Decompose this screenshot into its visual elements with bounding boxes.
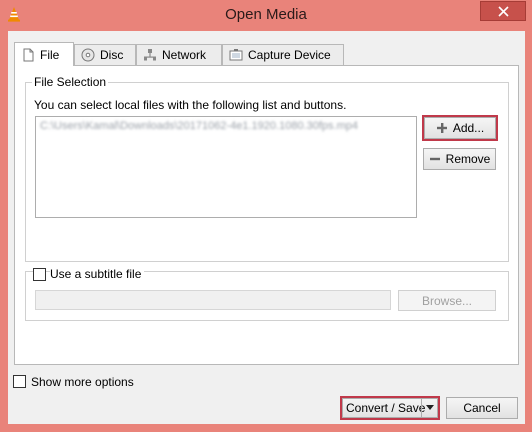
tab-network[interactable]: Network xyxy=(136,44,222,65)
convert-save-label: Convert / Save xyxy=(346,401,426,415)
show-more-options-label[interactable]: Show more options xyxy=(31,375,134,389)
plus-icon xyxy=(436,123,447,133)
cancel-button-label: Cancel xyxy=(463,401,501,415)
remove-button-label: Remove xyxy=(445,152,491,166)
minus-icon xyxy=(429,157,440,161)
cancel-button[interactable]: Cancel xyxy=(446,397,518,419)
tab-file[interactable]: File xyxy=(14,42,74,66)
dialog-client-area: File Disc Network Capture Device File Se… xyxy=(8,31,525,424)
use-subtitle-label[interactable]: Use a subtitle file xyxy=(50,267,145,281)
file-selection-label: File Selection xyxy=(32,75,109,89)
file-selection-description: You can select local files with the foll… xyxy=(34,98,347,112)
tab-disc[interactable]: Disc xyxy=(74,44,136,65)
use-subtitle-checkbox[interactable] xyxy=(33,268,46,281)
network-icon xyxy=(144,49,156,61)
chevron-down-icon xyxy=(425,405,434,410)
tab-label: Network xyxy=(162,48,207,62)
tab-label: File xyxy=(40,47,60,62)
add-file-button[interactable]: Add... xyxy=(422,115,498,141)
file-list-item[interactable]: C:\Users\Kamal\Downloads\20171062-4e1.19… xyxy=(40,120,358,132)
add-button-label: Add... xyxy=(452,121,485,135)
tab-label: Disc xyxy=(100,48,124,62)
disc-icon xyxy=(81,48,95,62)
close-icon xyxy=(497,5,509,17)
remove-file-button[interactable]: Remove xyxy=(423,148,496,170)
tab-capture-device[interactable]: Capture Device xyxy=(222,44,344,65)
close-button[interactable] xyxy=(480,1,526,21)
tab-label: Capture Device xyxy=(248,48,331,62)
title-bar: Open Media xyxy=(0,0,532,30)
convert-save-dropdown[interactable] xyxy=(421,399,437,417)
capture-device-icon xyxy=(229,49,243,61)
show-more-options-checkbox[interactable] xyxy=(13,375,26,388)
window-title: Open Media xyxy=(225,6,307,23)
file-icon xyxy=(23,48,34,61)
convert-save-button[interactable]: Convert / Save xyxy=(340,396,440,420)
open-media-window: Open Media File Disc Network Capture Dev… xyxy=(0,0,532,432)
file-list[interactable]: C:\Users\Kamal\Downloads\20171062-4e1.19… xyxy=(35,116,417,218)
browse-subtitle-button[interactable]: Browse... xyxy=(398,290,496,311)
subtitle-group: Use a subtitle file Browse... xyxy=(25,267,509,321)
file-selection-group: File Selection You can select local file… xyxy=(25,75,509,262)
subtitle-path-field[interactable] xyxy=(35,290,391,310)
browse-button-label: Browse... xyxy=(421,293,472,308)
file-tab-panel: File Selection You can select local file… xyxy=(14,65,519,365)
